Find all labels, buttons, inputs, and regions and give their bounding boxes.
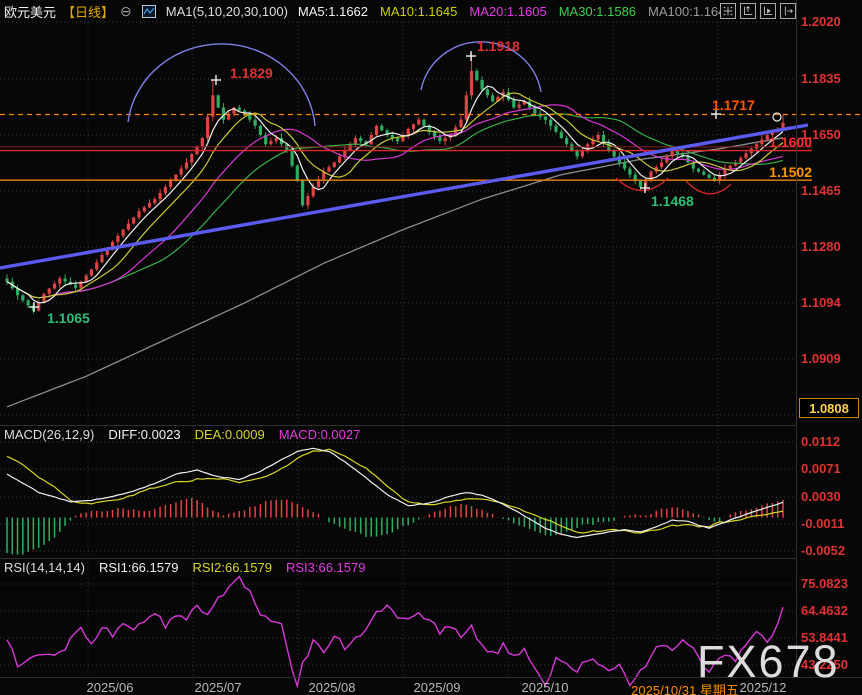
yaxis-divider — [796, 0, 797, 677]
ma-values: MA5:1.1662 MA10:1.1645 MA20:1.1605 MA30:1.1… — [298, 4, 733, 19]
ma-value: MA20:1.1605 — [469, 3, 547, 19]
chart-toolbar — [720, 3, 796, 19]
macd-axis-label: 0.0030 — [801, 489, 841, 504]
price-annotation: 1.1918 — [477, 38, 520, 54]
price-annotation: 1.1065 — [47, 310, 90, 326]
diff-value: DIFF:0.0023 — [108, 427, 181, 442]
price-annotation: 1.1502 — [769, 164, 812, 180]
date-axis-label: 2025/07 — [194, 680, 242, 695]
chart-header: 欧元美元 【日线】 ⊖ MA1(5,10,20,30,100) MA5:1.16… — [4, 2, 733, 20]
date-axis-label: 2025/08 — [308, 680, 356, 695]
macd-axis-label: -0.0011 — [801, 516, 845, 531]
price-annotation: 1.1829 — [230, 65, 273, 81]
symbol-name: 欧元美元 — [4, 4, 57, 20]
price-annotation: 1.1717 — [712, 97, 755, 113]
trading-chart-app: 欧元美元 【日线】 ⊖ MA1(5,10,20,30,100) MA5:1.16… — [0, 0, 862, 695]
price-annotation: 1.1600 — [769, 134, 812, 150]
rsi2-value: RSI2:66.1579 — [192, 560, 272, 575]
price-axis-label: 1.1280 — [801, 239, 841, 254]
collapse-icon[interactable]: ⊖ — [120, 3, 132, 20]
price-annotation: 1.1468 — [651, 193, 694, 209]
rsi3-value: RSI3:66.1579 — [285, 560, 366, 575]
price-axis-label: 1.1465 — [801, 183, 841, 198]
macd-panel-header: MACD(26,12,9) DIFF:0.0023 DEA:0.0009 MAC… — [4, 427, 360, 442]
crosshair-move-icon[interactable] — [720, 3, 736, 19]
macd-axis-label: 0.0071 — [801, 461, 841, 476]
watermark: FX678 — [697, 636, 840, 687]
macd-value: MACD:0.0027 — [278, 427, 361, 442]
price-axis-label: 1.1835 — [801, 71, 841, 86]
price-axis-label: 1.2020 — [801, 14, 841, 29]
panel-divider — [0, 425, 796, 426]
price-marker-box: 1.0808 — [799, 398, 859, 418]
ma-value: MA5:1.1662 — [297, 3, 369, 19]
rsi-panel-header: RSI(14,14,14) RSI1:66.1579 RSI2:66.1579 … — [4, 560, 365, 575]
date-axis-label: 2025/06 — [86, 680, 134, 695]
exit-right-icon[interactable] — [780, 3, 796, 19]
ma-settings: MA1(5,10,20,30,100) — [165, 3, 288, 19]
rsi-axis-label: 75.0823 — [801, 576, 848, 591]
macd-axis-label: 0.0112 — [801, 434, 841, 449]
indicator-play-icon[interactable] — [760, 3, 776, 19]
macd-title: MACD(26,12,9) — [4, 427, 95, 442]
rsi1-value: RSI1:66.1579 — [98, 560, 179, 575]
date-axis-label: 2025/09 — [413, 680, 461, 695]
dea-value: DEA:0.0009 — [194, 427, 265, 442]
axis-scale-icon[interactable] — [740, 3, 756, 19]
panel-divider — [0, 558, 796, 559]
ma-value: MA30:1.1586 — [558, 3, 637, 19]
rsi-title: RSI(14,14,14) — [4, 560, 85, 575]
ma-value: MA10:1.1645 — [380, 3, 458, 19]
macd-axis-label: -0.0052 — [801, 543, 846, 558]
chart-type-icon[interactable] — [141, 4, 156, 18]
date-axis-label: 2025/10 — [521, 680, 569, 695]
period-label[interactable]: 【日线】 — [62, 2, 114, 21]
rsi-axis-label: 64.4632 — [801, 603, 848, 618]
price-axis-label: 1.0909 — [801, 351, 841, 366]
price-axis-label: 1.1094 — [801, 295, 841, 310]
